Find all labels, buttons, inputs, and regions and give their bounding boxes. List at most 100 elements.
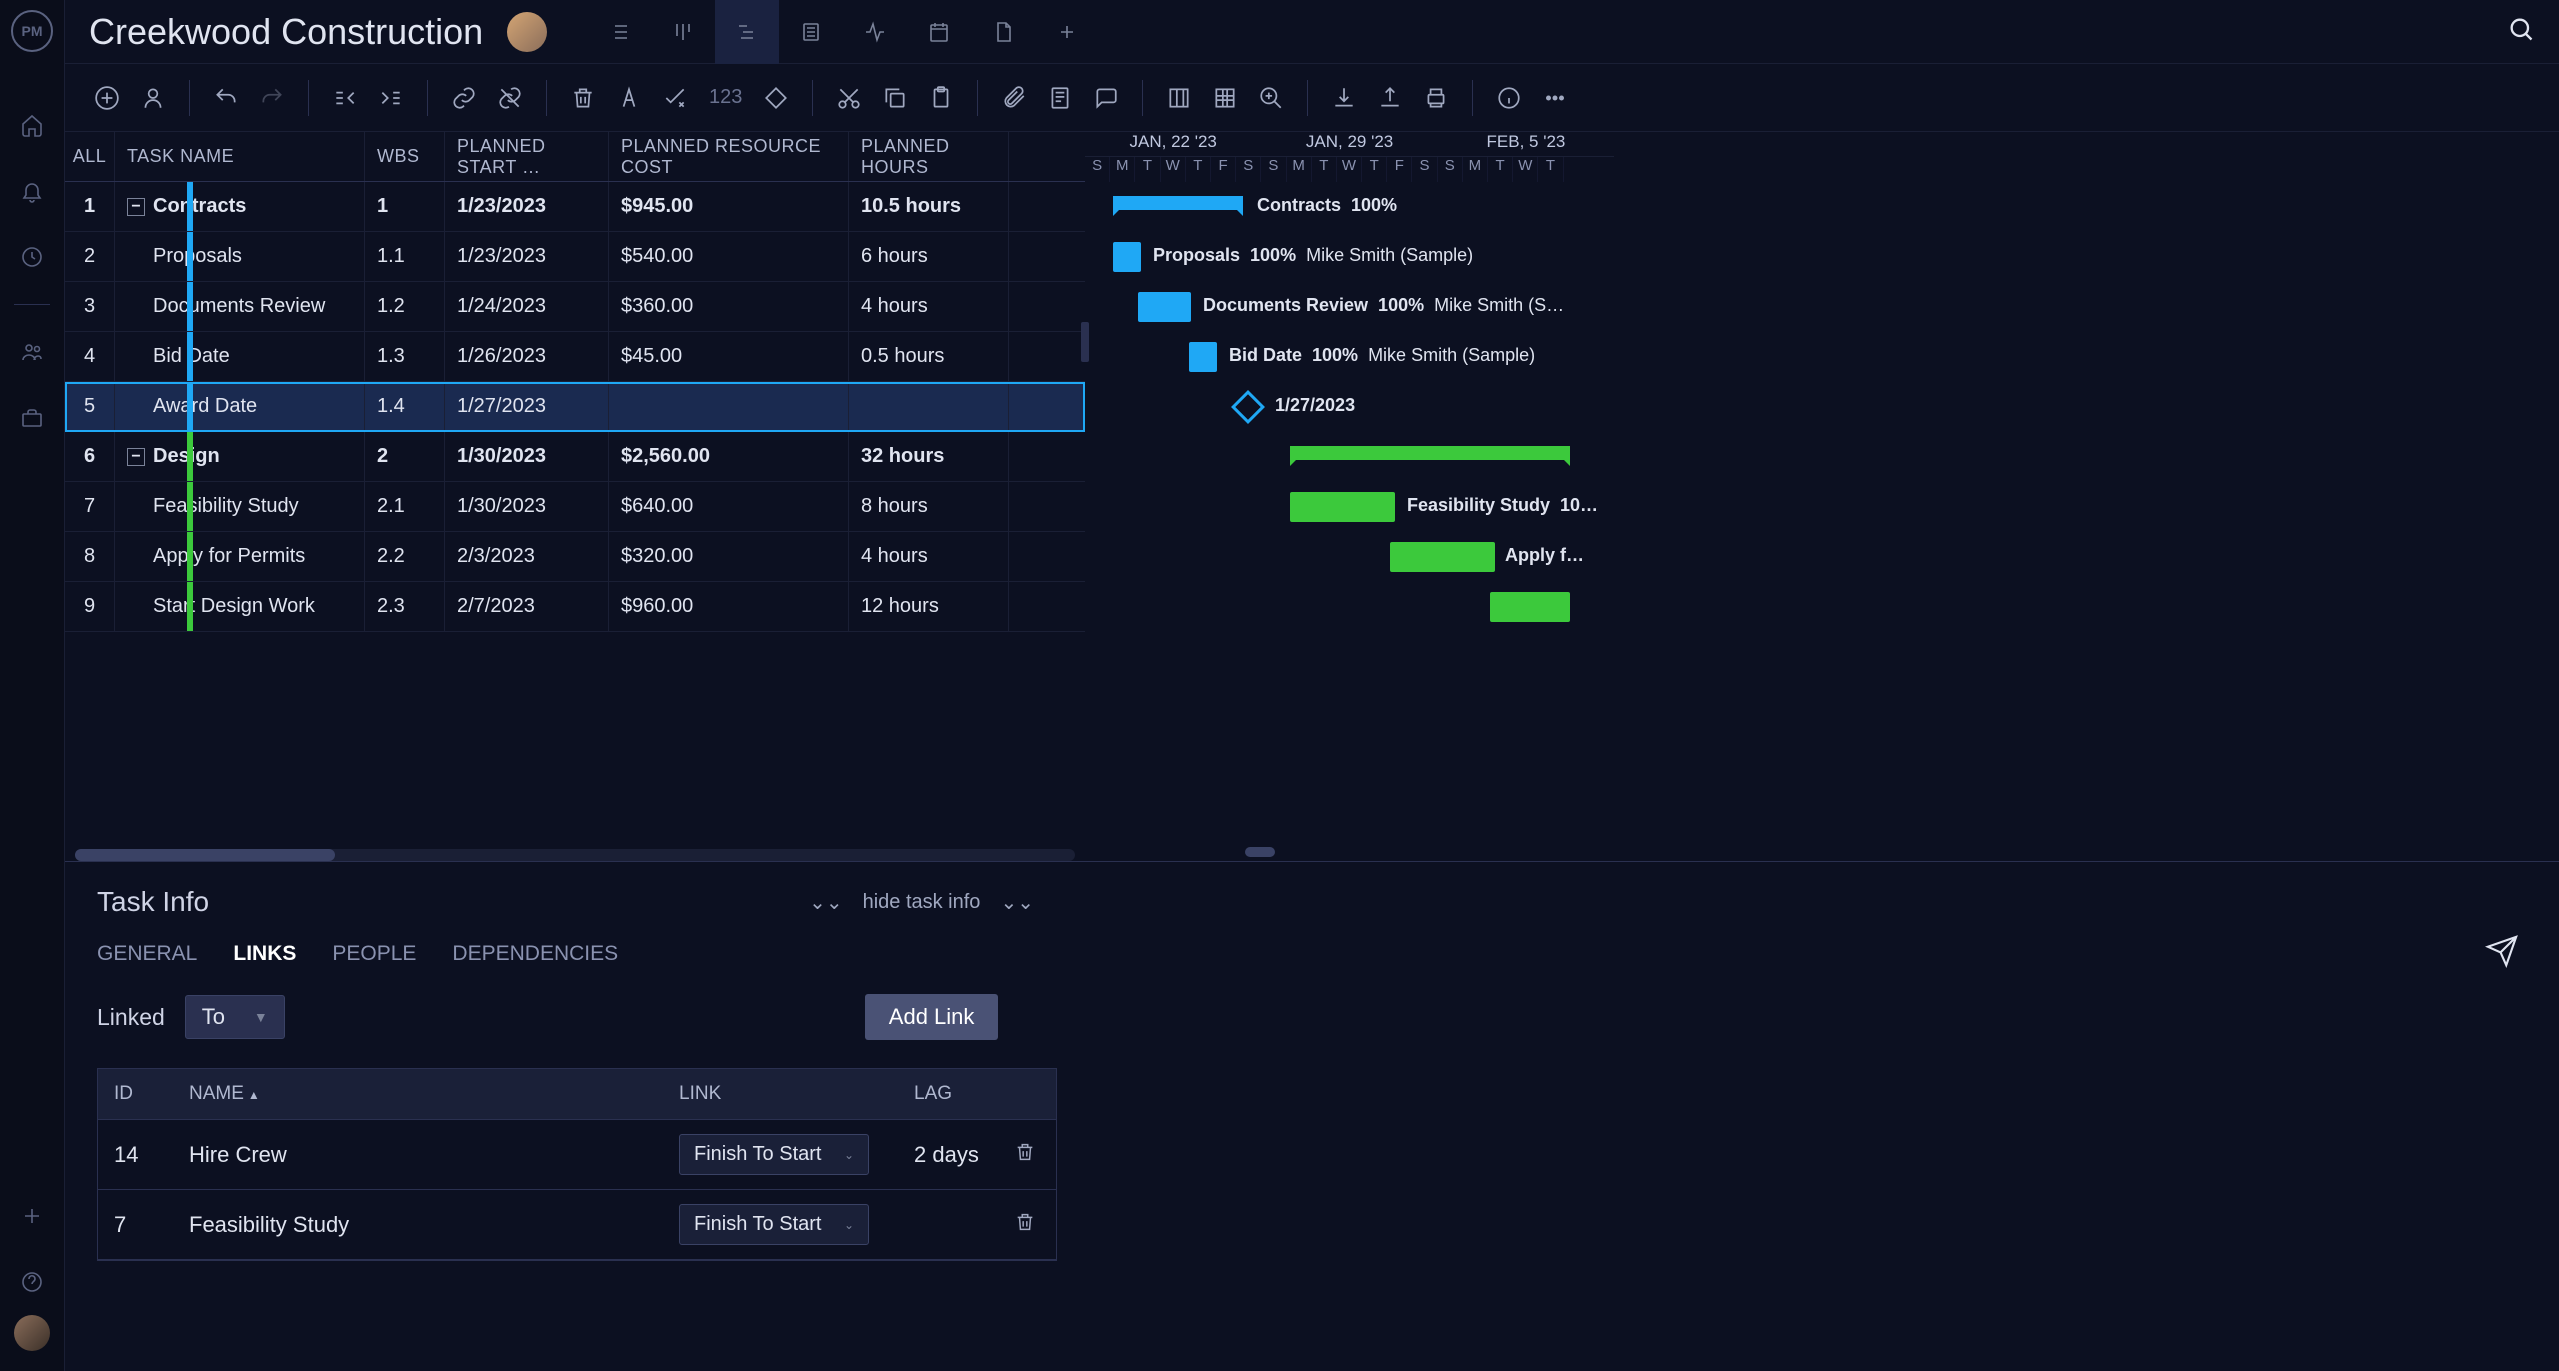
task-row[interactable]: 7Feasibility Study2.11/30/2023$640.008 h… xyxy=(65,482,1085,532)
comment-icon[interactable] xyxy=(1088,80,1124,116)
collapse-toggle[interactable]: − xyxy=(127,198,145,216)
links-col-name[interactable]: NAME▲ xyxy=(173,1069,663,1119)
cost-cell[interactable]: $960.00 xyxy=(609,582,849,631)
cost-cell[interactable]: $945.00 xyxy=(609,182,849,231)
outdent-icon[interactable] xyxy=(327,80,363,116)
tab-people[interactable]: PEOPLE xyxy=(332,942,416,966)
gantt-task-bar[interactable] xyxy=(1290,492,1395,522)
link-type-dropdown[interactable]: Finish To Start⌄ xyxy=(679,1204,869,1245)
plus-icon[interactable] xyxy=(19,1203,45,1229)
task-name-cell[interactable]: Feasibility Study xyxy=(115,482,365,531)
hours-cell[interactable] xyxy=(849,382,1009,431)
wbs-cell[interactable]: 2 xyxy=(365,432,445,481)
task-row[interactable]: 1−Contracts11/23/2023$945.0010.5 hours xyxy=(65,182,1085,232)
attachment-icon[interactable] xyxy=(996,80,1032,116)
wbs-cell[interactable]: 1.2 xyxy=(365,282,445,331)
zoom-icon[interactable] xyxy=(1253,80,1289,116)
task-name-cell[interactable]: Proposals xyxy=(115,232,365,281)
notes-icon[interactable] xyxy=(1042,80,1078,116)
renumber-button[interactable]: 123 xyxy=(703,86,748,109)
view-sheet-icon[interactable] xyxy=(779,0,843,64)
start-cell[interactable]: 1/30/2023 xyxy=(445,432,609,481)
task-name-cell[interactable]: −Design xyxy=(115,432,365,481)
info-icon[interactable] xyxy=(1491,80,1527,116)
grid-h-scrollbar[interactable] xyxy=(75,849,1075,861)
cost-cell[interactable]: $45.00 xyxy=(609,332,849,381)
gantt-summary-bar[interactable] xyxy=(1290,446,1570,460)
add-view-icon[interactable] xyxy=(1035,0,1099,64)
cost-cell[interactable]: $2,560.00 xyxy=(609,432,849,481)
collapse-toggle[interactable]: − xyxy=(127,448,145,466)
links-col-link[interactable]: LINK xyxy=(663,1069,898,1119)
task-row[interactable]: 6−Design21/30/2023$2,560.0032 hours xyxy=(65,432,1085,482)
text-color-icon[interactable] xyxy=(611,80,647,116)
view-list-icon[interactable] xyxy=(587,0,651,64)
start-cell[interactable]: 2/3/2023 xyxy=(445,532,609,581)
start-cell[interactable]: 1/30/2023 xyxy=(445,482,609,531)
start-cell[interactable]: 1/26/2023 xyxy=(445,332,609,381)
task-name-cell[interactable]: −Contracts xyxy=(115,182,365,231)
wbs-cell[interactable]: 1.4 xyxy=(365,382,445,431)
undo-icon[interactable] xyxy=(208,80,244,116)
assign-user-icon[interactable] xyxy=(135,80,171,116)
tab-dependencies[interactable]: DEPENDENCIES xyxy=(452,942,618,966)
hours-cell[interactable]: 6 hours xyxy=(849,232,1009,281)
milestone-icon[interactable] xyxy=(758,80,794,116)
start-cell[interactable]: 1/23/2023 xyxy=(445,232,609,281)
view-file-icon[interactable] xyxy=(971,0,1035,64)
cost-cell[interactable] xyxy=(609,382,849,431)
hours-cell[interactable]: 0.5 hours xyxy=(849,332,1009,381)
view-activity-icon[interactable] xyxy=(843,0,907,64)
link-type-dropdown[interactable]: Finish To Start⌄ xyxy=(679,1134,869,1175)
delete-icon[interactable] xyxy=(565,80,601,116)
wbs-cell[interactable]: 2.1 xyxy=(365,482,445,531)
linked-direction-dropdown[interactable]: To ▼ xyxy=(185,995,285,1039)
task-name-cell[interactable]: Start Design Work xyxy=(115,582,365,631)
clock-icon[interactable] xyxy=(19,244,45,270)
project-avatar[interactable] xyxy=(507,12,547,52)
grid-icon[interactable] xyxy=(1207,80,1243,116)
cut-icon[interactable] xyxy=(831,80,867,116)
view-board-icon[interactable] xyxy=(651,0,715,64)
gantt-task-bar[interactable] xyxy=(1189,342,1217,372)
cost-cell[interactable]: $640.00 xyxy=(609,482,849,531)
task-row[interactable]: 4Bid Date1.31/26/2023$45.000.5 hours xyxy=(65,332,1085,382)
export-icon[interactable] xyxy=(1372,80,1408,116)
wbs-cell[interactable]: 1.1 xyxy=(365,232,445,281)
task-name-cell[interactable]: Bid Date xyxy=(115,332,365,381)
links-col-lag[interactable]: LAG xyxy=(898,1069,998,1119)
unlink-icon[interactable] xyxy=(492,80,528,116)
link-row[interactable]: 7Feasibility StudyFinish To Start⌄ xyxy=(98,1190,1056,1260)
links-col-id[interactable]: ID xyxy=(98,1069,173,1119)
add-task-icon[interactable] xyxy=(89,80,125,116)
clear-format-icon[interactable] xyxy=(657,80,693,116)
send-icon[interactable] xyxy=(2485,934,2519,973)
paste-icon[interactable] xyxy=(923,80,959,116)
task-row[interactable]: 2Proposals1.11/23/2023$540.006 hours xyxy=(65,232,1085,282)
start-cell[interactable]: 1/27/2023 xyxy=(445,382,609,431)
cost-cell[interactable]: $320.00 xyxy=(609,532,849,581)
home-icon[interactable] xyxy=(19,112,45,138)
task-name-cell[interactable]: Documents Review xyxy=(115,282,365,331)
task-row[interactable]: 5Award Date1.41/27/2023 xyxy=(65,382,1085,432)
hours-cell[interactable]: 32 hours xyxy=(849,432,1009,481)
wbs-cell[interactable]: 1.3 xyxy=(365,332,445,381)
start-cell[interactable]: 1/23/2023 xyxy=(445,182,609,231)
cost-cell[interactable]: $360.00 xyxy=(609,282,849,331)
hide-task-info-label[interactable]: hide task info xyxy=(863,891,981,914)
columns-icon[interactable] xyxy=(1161,80,1197,116)
task-row[interactable]: 3Documents Review1.21/24/2023$360.004 ho… xyxy=(65,282,1085,332)
view-gantt-icon[interactable] xyxy=(715,0,779,64)
task-row[interactable]: 9Start Design Work2.32/7/2023$960.0012 h… xyxy=(65,582,1085,632)
task-name-cell[interactable]: Award Date xyxy=(115,382,365,431)
delete-link-icon[interactable] xyxy=(1014,1143,1036,1168)
help-icon[interactable] xyxy=(19,1269,45,1295)
cost-cell[interactable]: $540.00 xyxy=(609,232,849,281)
view-calendar-icon[interactable] xyxy=(907,0,971,64)
hours-cell[interactable]: 12 hours xyxy=(849,582,1009,631)
start-cell[interactable]: 1/24/2023 xyxy=(445,282,609,331)
expand-down-icon[interactable]: ⌄⌄ xyxy=(1000,890,1034,915)
collapse-down-icon[interactable]: ⌄⌄ xyxy=(809,890,843,915)
wbs-cell[interactable]: 1 xyxy=(365,182,445,231)
search-icon[interactable] xyxy=(2507,15,2535,48)
